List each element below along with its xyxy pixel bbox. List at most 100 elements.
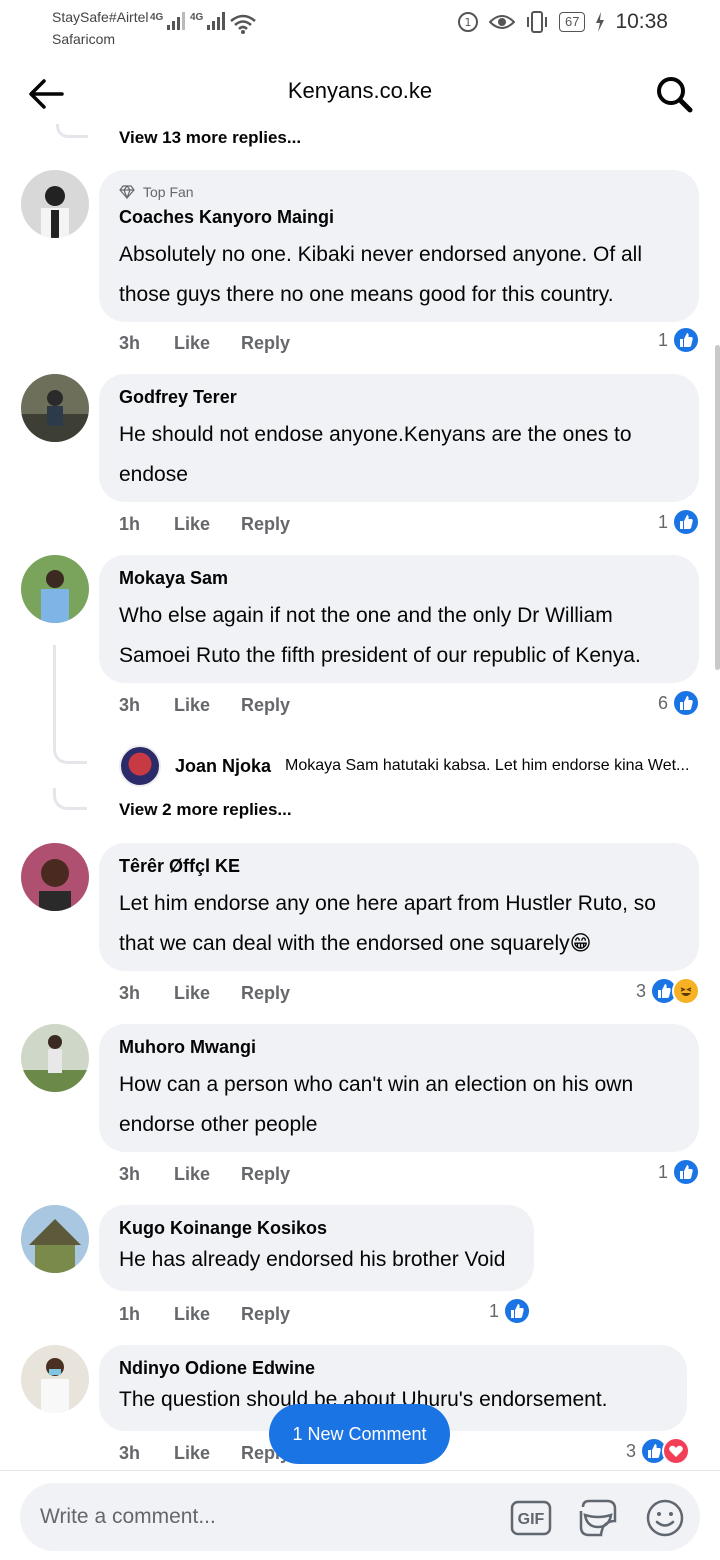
comment-text: He has already endorsed his brother Void: [119, 1248, 506, 1271]
reply-button[interactable]: Reply: [241, 983, 290, 1004]
avatar[interactable]: [21, 1345, 89, 1413]
reply-button[interactable]: Reply: [241, 333, 290, 354]
search-button[interactable]: [652, 72, 696, 116]
view-more-replies-link[interactable]: View 2 more replies...: [119, 800, 292, 820]
like-button[interactable]: Like: [174, 1443, 241, 1464]
svg-text:1: 1: [464, 16, 471, 29]
top-fan-badge: Top Fan: [119, 182, 679, 202]
page-title: Kenyans.co.ke: [287, 78, 433, 103]
comment-author[interactable]: Coaches Kanyoro Maingi: [119, 206, 679, 228]
reaction-summary[interactable]: 3: [626, 1437, 690, 1465]
comment-time: 3h: [119, 1164, 141, 1184]
data-saver-icon: 1: [457, 12, 478, 32]
comment-author[interactable]: Kugo Koinange Kosikos: [119, 1217, 514, 1239]
comment-bubble[interactable]: Kugo Koinange Kosikos He has already end…: [99, 1205, 534, 1291]
emoji-button[interactable]: [644, 1497, 686, 1539]
reaction-count: 1: [657, 329, 668, 350]
status-bar: StaySafe#Airtel Safaricom 4G 4G 1 67 10:…: [0, 0, 720, 56]
comment-author[interactable]: Ndinyo Odione Edwine: [119, 1357, 667, 1379]
reaction-summary[interactable]: 1: [658, 1158, 700, 1186]
comment-text: Let him endorse any one here apart from …: [119, 892, 656, 915]
like-button[interactable]: Like: [174, 1304, 241, 1325]
thumbs-up-icon: [672, 326, 700, 354]
comment-bubble[interactable]: Muhoro Mwangi How can a person who can't…: [99, 1024, 699, 1152]
profile-photo: [21, 374, 89, 442]
network-type-1: 4G: [150, 12, 164, 23]
network-type-2: 4G: [190, 12, 204, 23]
view-more-replies-link[interactable]: View 13 more replies...: [119, 128, 301, 148]
like-button[interactable]: Like: [174, 333, 241, 354]
comment-author[interactable]: Mokaya Sam: [119, 567, 679, 589]
comment-text: that we can deal with the endorsed one s…: [119, 932, 592, 955]
like-button[interactable]: Like: [174, 695, 241, 716]
badge-label: Top Fan: [143, 184, 194, 200]
comment-author[interactable]: Muhoro Mwangi: [119, 1036, 679, 1058]
comment-text: Who else again if not the one and the on…: [119, 604, 613, 627]
comment-item: Top Fan Coaches Kanyoro Maingi Absolutel…: [0, 170, 720, 360]
reaction-summary[interactable]: 3: [636, 977, 700, 1005]
carrier-name-2: Safaricom: [52, 31, 116, 47]
comment-author[interactable]: Godfrey Terer: [119, 386, 679, 408]
comment-text: He should not endose anyone.Kenyans are …: [119, 423, 632, 446]
avatar[interactable]: [21, 374, 89, 442]
reply-preview[interactable]: Joan Njoka Mokaya Sam hatutaki kabsa. Le…: [119, 745, 709, 787]
reply-button[interactable]: Reply: [241, 695, 290, 716]
like-button[interactable]: Like: [174, 983, 241, 1004]
vibrate-icon: [526, 11, 547, 33]
haha-icon: [672, 977, 700, 1005]
comment-author[interactable]: Têrêr Øffçl KE: [119, 855, 679, 877]
reaction-count: 1: [657, 511, 668, 532]
reaction-summary[interactable]: 1: [489, 1297, 532, 1325]
reply-button[interactable]: Reply: [241, 1164, 290, 1185]
reply-avatar[interactable]: [119, 745, 161, 787]
comment-time: 1h: [119, 1304, 141, 1324]
profile-photo: [21, 1205, 89, 1273]
sticker-button[interactable]: [577, 1497, 619, 1539]
reaction-count: 6: [657, 692, 668, 713]
avatar[interactable]: [21, 555, 89, 623]
comment-item: Têrêr Øffçl KE Let him endorse any one h…: [0, 843, 720, 1013]
gif-button[interactable]: GIF: [510, 1497, 552, 1539]
comment-bubble[interactable]: Têrêr Øffçl KE Let him endorse any one h…: [99, 843, 699, 971]
reply-button[interactable]: Reply: [241, 514, 290, 535]
gif-icon: GIF: [510, 1500, 552, 1536]
reply-text: Mokaya Sam hatutaki kabsa. Let him endor…: [285, 757, 690, 774]
system-icons: 1 67 10:38: [457, 10, 668, 34]
reply-author[interactable]: Joan Njoka: [175, 756, 271, 777]
comment-actions: 3h Like Reply: [119, 1443, 290, 1464]
comment-actions: 3h Like Reply: [119, 695, 290, 716]
profile-photo: [21, 843, 89, 911]
comment-text: Absolutely no one. Kibaki never endorsed…: [119, 243, 643, 266]
thumbs-up-icon: [503, 1297, 532, 1325]
like-button[interactable]: Like: [174, 1164, 241, 1185]
new-comment-button[interactable]: 1 New Comment: [269, 1404, 450, 1464]
avatar[interactable]: [21, 843, 89, 911]
comment-bubble[interactable]: Top Fan Coaches Kanyoro Maingi Absolutel…: [99, 170, 699, 322]
comment-bubble[interactable]: Mokaya Sam Who else again if not the one…: [99, 555, 699, 683]
heart-icon: [662, 1437, 690, 1465]
reaction-summary[interactable]: 1: [658, 326, 700, 354]
thread-line: [53, 645, 56, 745]
comment-bubble[interactable]: Godfrey Terer He should not endose anyon…: [99, 374, 699, 502]
comment-input[interactable]: [40, 1483, 480, 1551]
scrollbar[interactable]: [715, 345, 720, 670]
diamond-icon: [119, 185, 135, 199]
reaction-summary[interactable]: 6: [658, 689, 700, 717]
avatar[interactable]: [21, 1205, 89, 1273]
reaction-summary[interactable]: 1: [658, 508, 700, 536]
avatar[interactable]: [21, 1024, 89, 1092]
reaction-count: 3: [635, 980, 646, 1001]
reply-button[interactable]: Reply: [241, 1304, 290, 1325]
comment-time: 3h: [119, 695, 141, 715]
comment-text: How can a person who can't win an electi…: [119, 1073, 634, 1096]
search-icon: [657, 77, 693, 113]
comment-item: Kugo Koinange Kosikos He has already end…: [0, 1205, 720, 1335]
wifi-icon: [230, 14, 256, 34]
comment-item: Mokaya Sam Who else again if not the one…: [0, 555, 720, 725]
signal-icon-2: 4G: [190, 12, 226, 30]
battery-level: 67: [558, 12, 586, 32]
sticker-icon: [579, 1499, 617, 1537]
avatar[interactable]: [21, 170, 89, 238]
gif-label: GIF: [518, 1511, 545, 1528]
like-button[interactable]: Like: [174, 514, 241, 535]
